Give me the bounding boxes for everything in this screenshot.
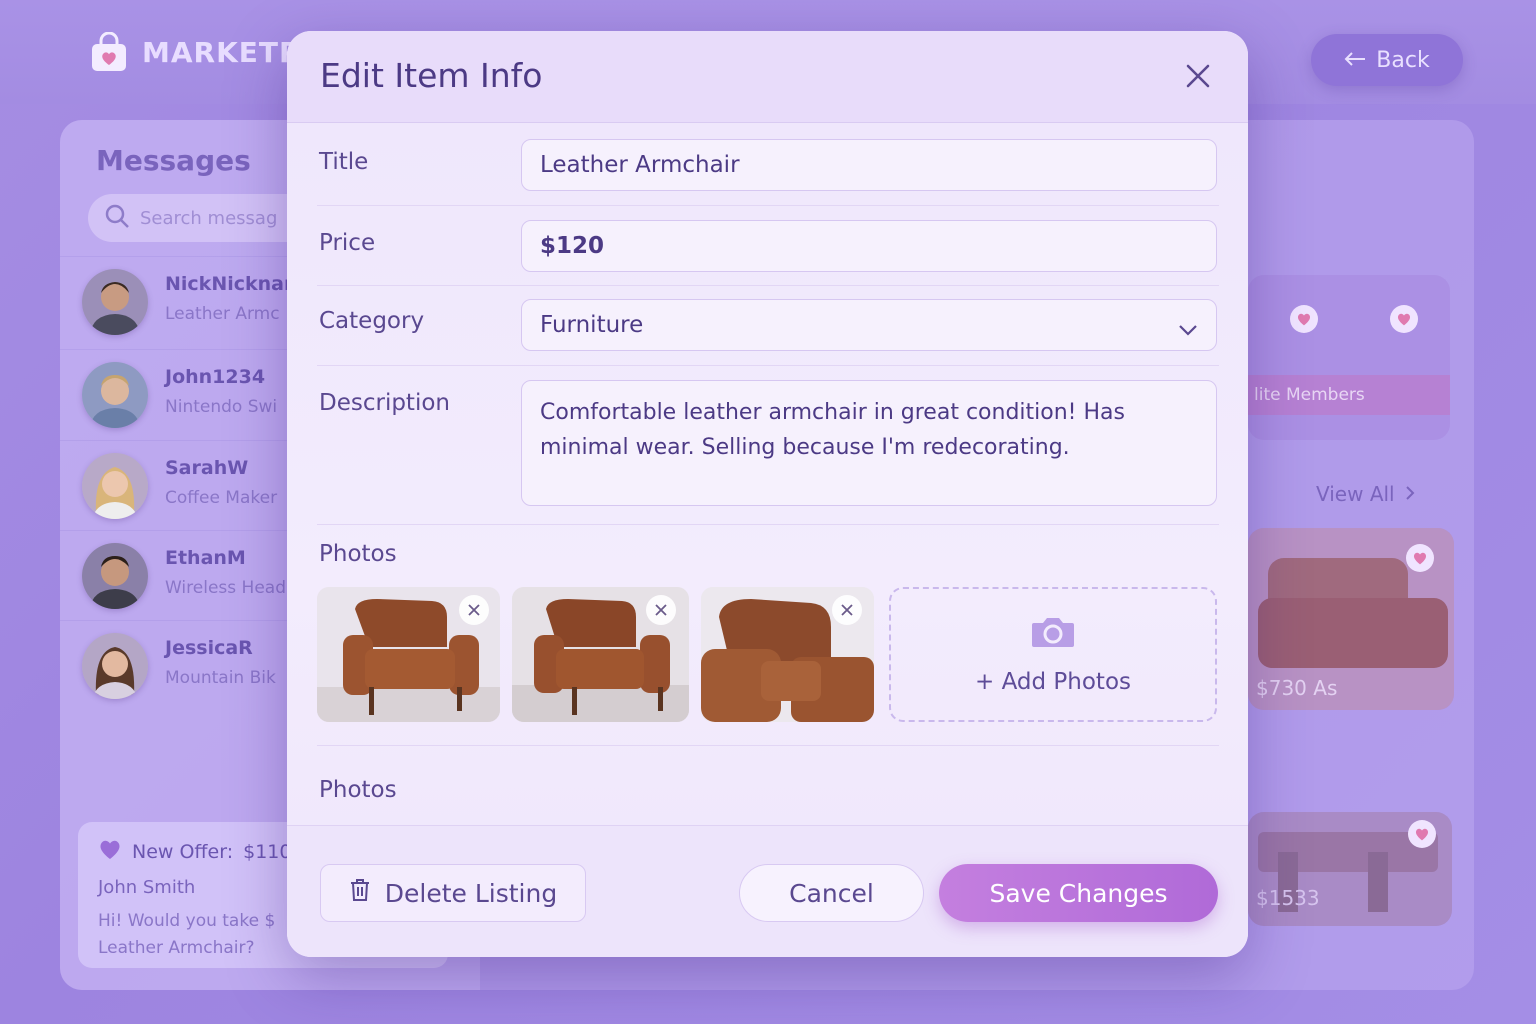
- heart-icon[interactable]: [1290, 305, 1318, 333]
- conversation-preview: Coffee Maker: [165, 488, 278, 508]
- listing-card[interactable]: $1533: [1248, 812, 1452, 926]
- conversation-preview: Leather Armc: [165, 304, 280, 324]
- offer-amount: $110: [243, 840, 292, 863]
- shopping-bag-icon: [90, 31, 128, 72]
- conversation-name: SarahW: [165, 457, 249, 479]
- photo-thumbnail[interactable]: [701, 587, 874, 722]
- conversation-preview: Nintendo Swi: [165, 397, 278, 417]
- close-icon: [468, 604, 480, 616]
- avatar: [82, 453, 148, 519]
- listing-card[interactable]: lite Members: [1248, 275, 1450, 440]
- category-select[interactable]: Furniture: [521, 299, 1217, 351]
- avatar: [82, 633, 148, 699]
- heart-icon[interactable]: [1408, 820, 1436, 848]
- back-button[interactable]: Back: [1311, 34, 1463, 86]
- avatar: [82, 543, 148, 609]
- heart-icon[interactable]: [1390, 305, 1418, 333]
- card-label: lite Members: [1254, 385, 1365, 405]
- price-row: Price $120: [317, 220, 1219, 286]
- remove-photo-button[interactable]: [646, 595, 676, 625]
- conversation-name: John1234: [165, 366, 266, 388]
- camera-icon: [1030, 615, 1076, 655]
- remove-photo-button[interactable]: [832, 595, 862, 625]
- heart-icon[interactable]: [1406, 544, 1434, 572]
- messages-title: Messages: [96, 144, 251, 177]
- close-icon: [841, 604, 853, 616]
- price-label: Price: [319, 230, 376, 256]
- edit-item-modal: Edit Item Info Title Leather Armchair Pr…: [287, 31, 1248, 957]
- divider: [317, 745, 1219, 746]
- conversation-name: JessicaR: [165, 637, 253, 659]
- category-row: Category Furniture: [317, 299, 1219, 366]
- description-textarea[interactable]: Comfortable leather armchair in great co…: [521, 380, 1217, 506]
- card-price: $730 As: [1256, 676, 1338, 700]
- add-photos-button[interactable]: + Add Photos: [889, 587, 1217, 722]
- save-changes-button[interactable]: Save Changes: [939, 864, 1218, 922]
- cancel-button[interactable]: Cancel: [739, 864, 924, 922]
- search-icon: [104, 203, 130, 234]
- listing-card[interactable]: $730 As: [1248, 528, 1454, 710]
- view-all-label: View All: [1316, 482, 1395, 506]
- arrow-left-icon: [1344, 48, 1366, 73]
- title-input[interactable]: Leather Armchair: [521, 139, 1217, 191]
- back-label: Back: [1376, 47, 1430, 73]
- trash-icon: [349, 878, 371, 908]
- remove-photo-button[interactable]: [459, 595, 489, 625]
- conversation-name: NickNicknar: [165, 273, 294, 295]
- delete-label: Delete Listing: [384, 878, 558, 908]
- chevron-down-icon: [1178, 316, 1198, 342]
- chevron-right-icon: [1405, 482, 1415, 506]
- close-button[interactable]: [1183, 61, 1213, 91]
- avatar: [82, 269, 148, 335]
- view-all-link[interactable]: View All: [1316, 482, 1415, 506]
- photos-section-label: Photos: [319, 777, 397, 803]
- title-label: Title: [319, 149, 369, 175]
- modal-header: Edit Item Info: [287, 31, 1248, 123]
- price-input[interactable]: $120: [521, 220, 1217, 272]
- app-logo[interactable]: MARKETPL: [90, 31, 319, 72]
- avatar: [82, 362, 148, 428]
- close-icon: [1186, 64, 1210, 88]
- close-icon: [655, 604, 667, 616]
- title-row: Title Leather Armchair: [317, 139, 1219, 206]
- modal-title: Edit Item Info: [320, 56, 543, 95]
- add-photos-label: + Add Photos: [974, 668, 1131, 695]
- category-label: Category: [319, 308, 425, 334]
- offer-title: New Offer:: [132, 840, 234, 863]
- description-row: Description Comfortable leather armchair…: [317, 380, 1219, 525]
- card-price: $1533: [1256, 886, 1320, 910]
- conversation-preview: Mountain Bik: [165, 668, 276, 688]
- description-label: Description: [319, 390, 450, 416]
- search-placeholder: Search messag: [140, 207, 278, 229]
- category-value: Furniture: [540, 312, 644, 338]
- photo-thumbnail[interactable]: [317, 587, 500, 722]
- conversation-name: EthanM: [165, 547, 246, 569]
- delete-listing-button[interactable]: Delete Listing: [320, 864, 586, 922]
- photos-label: Photos: [319, 541, 397, 567]
- modal-footer: Delete Listing Cancel Save Changes: [287, 825, 1248, 957]
- photo-thumbnail[interactable]: [512, 587, 689, 722]
- conversation-preview: Wireless Head: [165, 578, 286, 598]
- heart-icon: [98, 838, 122, 865]
